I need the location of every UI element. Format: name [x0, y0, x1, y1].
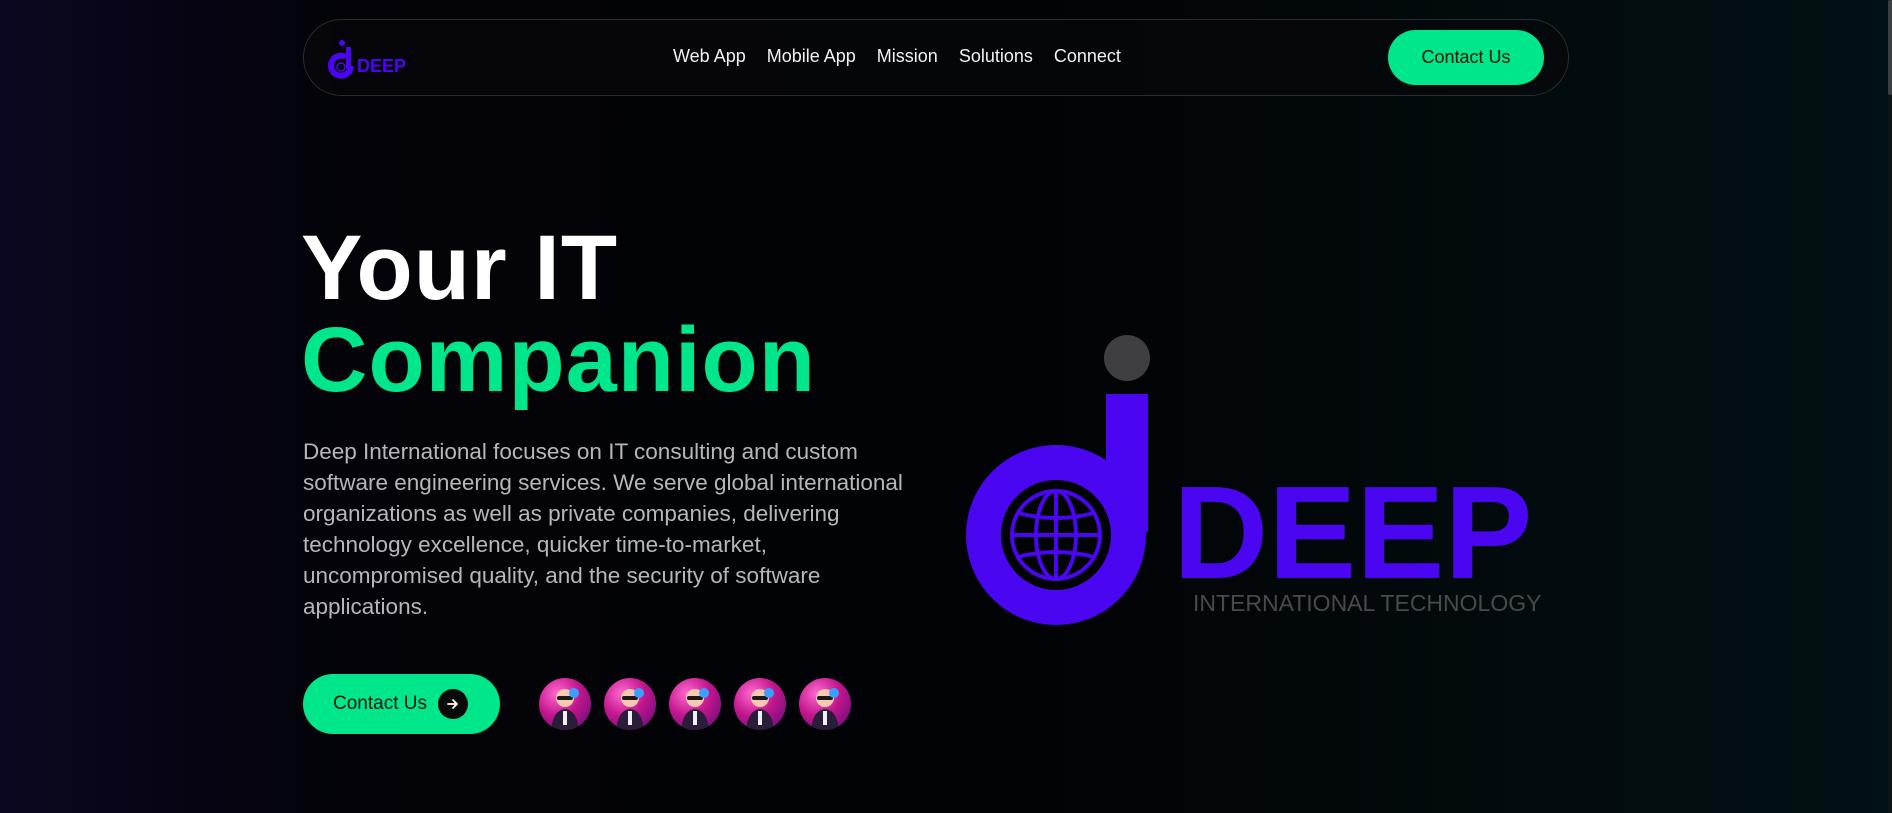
- globe-icon: [1010, 489, 1102, 581]
- hero-title-line1: Your IT: [301, 217, 619, 319]
- hero-contact-button[interactable]: Contact Us: [303, 674, 500, 734]
- hero-title: Your IT Companion: [301, 222, 816, 406]
- logo-dot: [1104, 335, 1150, 381]
- avatar: [539, 678, 591, 730]
- deep-logo-icon: DEEP: [328, 40, 406, 79]
- avatar: [734, 678, 786, 730]
- nav-link-web-app[interactable]: Web App: [673, 46, 746, 67]
- brand-tagline: INTERNATIONAL TECHNOLOGY: [1193, 590, 1541, 616]
- page-scrollbar[interactable]: [1888, 0, 1892, 813]
- nav-contact-button[interactable]: Contact Us: [1388, 30, 1544, 85]
- deep-brand-logo-icon: DEEP INTERNATIONAL TECHNOLOGY: [966, 335, 1541, 625]
- nav-link-mobile-app[interactable]: Mobile App: [767, 46, 856, 67]
- avatar: [799, 678, 851, 730]
- brand-logo: DEEP INTERNATIONAL TECHNOLOGY: [960, 330, 1580, 630]
- avatar: [669, 678, 721, 730]
- avatar: [604, 678, 656, 730]
- scrollbar-thumb[interactable]: [1888, 0, 1892, 95]
- nav-logo-text: DEEP: [357, 56, 406, 76]
- top-navbar: DEEP Web App Mobile App Mission Solution…: [303, 19, 1569, 96]
- hero-description: Deep International focuses on IT consult…: [303, 439, 903, 619]
- hero-contact-label: Contact Us: [333, 693, 427, 714]
- hero-title-line2: Companion: [301, 309, 816, 411]
- nav-links: Web App Mobile App Mission Solutions Con…: [673, 46, 1121, 67]
- nav-link-connect[interactable]: Connect: [1054, 46, 1121, 67]
- arrow-right-icon: [437, 689, 468, 719]
- nav-logo[interactable]: DEEP: [328, 36, 418, 82]
- avatar-group: [539, 678, 851, 730]
- nav-link-mission[interactable]: Mission: [877, 46, 938, 67]
- nav-link-solutions[interactable]: Solutions: [959, 46, 1033, 67]
- brand-name: DEEP: [1173, 459, 1532, 606]
